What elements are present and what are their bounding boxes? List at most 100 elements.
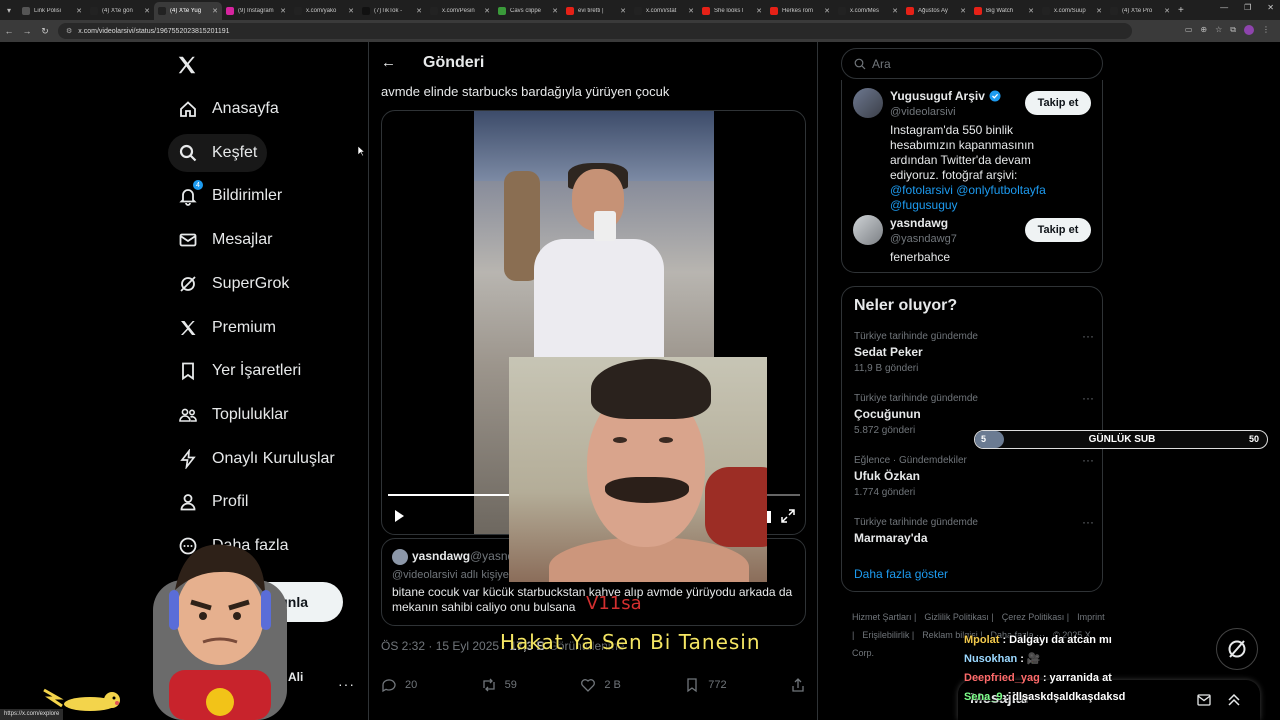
bookmark-button[interactable]: 772: [684, 677, 727, 693]
account-name[interactable]: Yugusuguf Arşiv: [890, 89, 1001, 103]
tab-title: Big Watch: [986, 8, 1014, 14]
browser-tab[interactable]: (9) Instagram ✕: [222, 2, 290, 20]
tab-close-icon[interactable]: ✕: [960, 7, 966, 15]
browser-tab[interactable]: Link Polisi ✕: [18, 2, 86, 20]
follow-button[interactable]: Takip et: [1025, 91, 1091, 115]
nav-item-bookmark[interactable]: Yer İşaretleri: [168, 352, 311, 390]
tab-close-icon[interactable]: ✕: [892, 7, 898, 15]
profile-avatar[interactable]: [1244, 25, 1254, 35]
back-arrow-icon[interactable]: ←: [381, 54, 396, 71]
browser-tab[interactable]: Cavs clippe ✕: [494, 2, 562, 20]
maximize-button[interactable]: ❐: [1244, 3, 1251, 12]
show-more-link[interactable]: Daha fazla göster: [854, 567, 948, 581]
close-window-button[interactable]: ✕: [1267, 3, 1274, 12]
account-avatar[interactable]: [853, 215, 883, 245]
bookmark-count: 772: [708, 679, 727, 691]
x-logo-icon[interactable]: [176, 54, 198, 76]
follow-button[interactable]: Takip et: [1025, 218, 1091, 242]
browser-tab[interactable]: Big Watch ✕: [970, 2, 1038, 20]
grok-button[interactable]: [1216, 628, 1258, 670]
nav-item-x[interactable]: Premium: [168, 309, 286, 347]
new-tab-button[interactable]: +: [1178, 5, 1184, 16]
browser-tab[interactable]: Herkes rom ✕: [766, 2, 834, 20]
forward-button[interactable]: →: [18, 26, 36, 36]
browser-tab[interactable]: (4) X'te Pro ✕: [1106, 2, 1174, 20]
tab-close-icon[interactable]: ✕: [1096, 7, 1102, 15]
minimize-button[interactable]: —: [1220, 3, 1228, 12]
tab-title: x.com/yako: [306, 8, 337, 14]
browser-tab[interactable]: x.com/Pesin ✕: [426, 2, 494, 20]
tab-close-icon[interactable]: ✕: [484, 7, 490, 15]
tab-search-button[interactable]: ▾: [0, 0, 18, 20]
back-button[interactable]: ←: [0, 26, 18, 36]
browser-tab[interactable]: evi tiretti | ✕: [562, 2, 630, 20]
tab-close-icon[interactable]: ✕: [1028, 7, 1034, 15]
footer-link[interactable]: Erişilebilirlik |: [862, 630, 914, 640]
browser-tab[interactable]: (4) X'te Yug ✕: [154, 2, 222, 20]
browser-tab[interactable]: She looks l ✕: [698, 2, 766, 20]
tab-close-icon[interactable]: ✕: [348, 7, 354, 15]
tab-close-icon[interactable]: ✕: [688, 7, 694, 15]
trend-item[interactable]: Türkiye tarihinde gündemde Sedat Peker 11,…: [854, 329, 1094, 386]
nav-item-search[interactable]: Keşfet: [168, 133, 268, 172]
nav-item-person[interactable]: Profil: [168, 483, 258, 521]
site-info-icon[interactable]: ⚙: [66, 27, 72, 35]
search-input[interactable]: Ara: [841, 48, 1103, 79]
reply-button[interactable]: 20: [381, 677, 417, 693]
nav-item-bolt[interactable]: Onaylı Kuruluşlar: [168, 440, 345, 478]
tab-favicon-icon: [838, 7, 846, 15]
post-timestamp[interactable]: ÖS 2:32 · 15 Eyl 2025 ·: [381, 639, 506, 653]
expand-up-icon[interactable]: [1226, 692, 1242, 708]
volume-icon[interactable]: [767, 511, 771, 523]
trend-more-icon[interactable]: ···: [1082, 391, 1094, 405]
bookmark-star-icon[interactable]: ☆: [1215, 25, 1222, 35]
tab-close-icon[interactable]: ✕: [1164, 7, 1170, 15]
browser-menu-icon[interactable]: ⋮: [1262, 25, 1270, 35]
tab-close-icon[interactable]: ✕: [212, 7, 218, 15]
zoom-icon[interactable]: ⊕: [1200, 25, 1207, 35]
address-bar[interactable]: ⚙ x.com/videolarsivi/status/196755202381…: [58, 23, 1132, 39]
trend-item[interactable]: Türkiye tarihinde gündemde Marmaray'da ···: [854, 515, 1094, 572]
repost-button[interactable]: 59: [481, 677, 517, 693]
browser-tab[interactable]: x.com/i/stat ✕: [630, 2, 698, 20]
account-bio-mentions[interactable]: @fotolarsivi @onlyfutboltayfa @fugusuguy: [890, 183, 1046, 212]
tab-close-icon[interactable]: ✕: [416, 7, 422, 15]
trend-more-icon[interactable]: ···: [1082, 329, 1094, 343]
footer-link[interactable]: Çerez Politikası |: [1002, 612, 1069, 622]
browser-tab[interactable]: x.com/yako ✕: [290, 2, 358, 20]
tab-close-icon[interactable]: ✕: [280, 7, 286, 15]
fullscreen-icon[interactable]: [781, 509, 795, 523]
play-icon[interactable]: [392, 509, 406, 523]
footer-link[interactable]: Gizlilik Politikası |: [924, 612, 993, 622]
trend-context: Türkiye tarihinde gündemde: [854, 517, 978, 528]
browser-tab[interactable]: (7)TikTok - ✕: [358, 2, 426, 20]
trend-more-icon[interactable]: ···: [1082, 515, 1094, 529]
reload-button[interactable]: ↻: [36, 26, 54, 37]
tab-close-icon[interactable]: ✕: [76, 7, 82, 15]
tab-close-icon[interactable]: ✕: [756, 7, 762, 15]
tab-close-icon[interactable]: ✕: [824, 7, 830, 15]
account-name[interactable]: yasndawg: [890, 216, 948, 230]
nav-item-bell[interactable]: 4 Bildirimler: [168, 177, 292, 215]
footer-link[interactable]: Hizmet Şartları |: [852, 612, 916, 622]
nav-item-home[interactable]: Anasayfa: [168, 90, 289, 128]
tab-close-icon[interactable]: ✕: [144, 7, 150, 15]
tab-close-icon[interactable]: ✕: [552, 7, 558, 15]
extensions-icon[interactable]: ⧉: [1230, 25, 1236, 35]
tab-close-icon[interactable]: ✕: [620, 7, 626, 15]
cast-icon[interactable]: ▭: [1185, 25, 1193, 35]
tab-favicon-icon: [362, 7, 370, 15]
browser-tab[interactable]: x.com/Mes ✕: [834, 2, 902, 20]
like-button[interactable]: 2 B: [580, 677, 621, 693]
trend-item[interactable]: Eğlence · Gündemdekiler Ufuk Özkan 1.774 g…: [854, 453, 1094, 510]
share-button[interactable]: [790, 677, 806, 693]
browser-tab[interactable]: x.com/Suup ✕: [1038, 2, 1106, 20]
account-menu-icon[interactable]: ···: [338, 676, 355, 692]
nav-item-grok[interactable]: SuperGrok: [168, 265, 299, 303]
nav-item-people[interactable]: Topluluklar: [168, 396, 298, 434]
browser-tab[interactable]: Ağustos Ay ✕: [902, 2, 970, 20]
trend-more-icon[interactable]: ···: [1082, 453, 1094, 467]
browser-tab[interactable]: (4) X'te gön ✕: [86, 2, 154, 20]
account-avatar[interactable]: [853, 88, 883, 118]
nav-item-mail[interactable]: Mesajlar: [168, 221, 282, 259]
